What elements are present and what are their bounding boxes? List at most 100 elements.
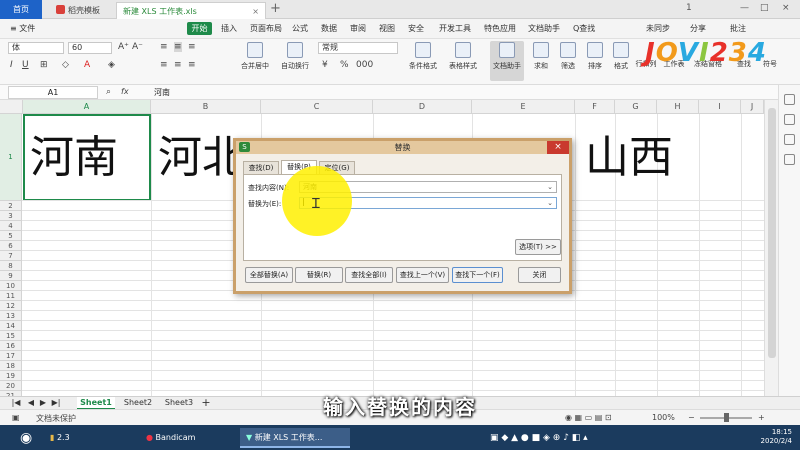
currency-icon[interactable]: ¥ [322,60,328,70]
tab-close-icon[interactable]: × [252,3,259,20]
fill-color-icon[interactable]: ◇ [62,60,69,70]
menu-start[interactable]: 开始 [187,22,212,35]
column-header-a[interactable]: A [23,100,151,114]
cell-f1[interactable]: 山西 [585,114,673,201]
vertical-scrollbar[interactable] [764,100,778,396]
menu-formula[interactable]: 公式 [292,23,308,34]
column-header-i[interactable]: I [699,100,741,114]
shapes-icon[interactable] [784,114,795,125]
column-header-c[interactable]: C [261,100,373,114]
format-button[interactable]: 格式 [610,42,632,71]
tab-current-file[interactable]: 新建 XLS 工作表.xls × [116,2,266,19]
menu-review[interactable]: 审阅 [350,23,366,34]
font-color-icon[interactable]: A [84,60,90,70]
minimize-button[interactable]: — [740,3,749,13]
row-header-14[interactable]: 14 [0,321,22,331]
chrome-icon[interactable]: ◉ [20,428,42,448]
row-header-9[interactable]: 9 [0,271,22,281]
italic-icon[interactable]: I [10,60,13,70]
font-shrink-icon[interactable]: A⁻ [132,42,143,52]
taskbar-bandicam[interactable]: ● Bandicam [146,428,228,448]
borders-icon[interactable]: ⊞ [40,60,48,70]
menu-share[interactable]: 分享 [690,23,706,34]
name-box[interactable]: A1 [8,86,98,99]
replace-all-button[interactable]: 全部替换(A) [245,267,293,283]
row-header-3[interactable]: 3 [0,211,22,221]
dialog-close-button[interactable]: × [547,141,569,154]
menu-special[interactable]: 特色应用 [484,23,516,34]
new-tab-button[interactable]: + [270,1,281,16]
find-all-button[interactable]: 查找全部(I) [345,267,393,283]
table-style-button[interactable]: 表格样式 [446,42,480,71]
row-header-12[interactable]: 12 [0,301,22,311]
row-header-6[interactable]: 6 [0,241,22,251]
font-grow-icon[interactable]: A⁺ [118,42,129,52]
column-header-j[interactable]: J [741,100,764,114]
properties-icon[interactable] [784,134,795,145]
options-button[interactable]: 选项(T) >> [515,239,561,255]
tray-icons[interactable]: ▣ ◆ ▲ ● ■ ◈ ⊕ ♪ ◧ ▴ [490,428,730,448]
underline-icon[interactable]: U [22,60,29,70]
sum-button[interactable]: 求和 [530,42,552,71]
row-header-8[interactable]: 8 [0,261,22,271]
row-header-19[interactable]: 19 [0,371,22,381]
menu-comment[interactable]: 批注 [730,23,746,34]
font-name-select[interactable]: 体 [8,42,64,54]
row-header-18[interactable]: 18 [0,361,22,371]
font-size-select[interactable]: 60 [68,42,112,54]
filter-button[interactable]: 筛选 [557,42,579,71]
close-window-button[interactable]: × [782,3,790,13]
menu-insert[interactable]: 插入 [221,23,237,34]
row-header-2[interactable]: 2 [0,201,22,211]
column-header-f[interactable]: F [575,100,615,114]
conditional-format-button[interactable]: 条件格式 [406,42,440,71]
select-all-corner[interactable] [0,100,23,114]
menu-data[interactable]: 数据 [321,23,337,34]
column-header-h[interactable]: H [657,100,699,114]
maximize-button[interactable]: □ [760,3,769,13]
chevron-down-icon[interactable]: ⌄ [547,182,553,192]
column-header-d[interactable]: D [373,100,472,114]
row-header-10[interactable]: 10 [0,281,22,291]
menu-developer[interactable]: 开发工具 [439,23,471,34]
menu-file[interactable]: ≡ 文件 [10,23,35,34]
replace-button[interactable]: 替换(R) [295,267,343,283]
scrollbar-thumb[interactable] [768,108,776,358]
column-header-b[interactable]: B [151,100,261,114]
percent-icon[interactable]: % [340,60,349,70]
find-previous-button[interactable]: 查找上一个(V) [396,267,449,283]
sort-button[interactable]: 排序 [584,42,606,71]
tab-home[interactable]: 首页 [0,0,42,19]
column-header-e[interactable]: E [472,100,575,114]
menu-page-layout[interactable]: 页面布局 [250,23,282,34]
system-clock[interactable]: 18:15 2020/2/4 [761,428,792,446]
menu-view[interactable]: 视图 [379,23,395,34]
doc-helper-button[interactable]: 文档助手 [490,41,524,81]
find-next-button[interactable]: 查找下一个(F) [452,267,503,283]
menu-security[interactable]: 安全 [408,23,424,34]
row-header-5[interactable]: 5 [0,231,22,241]
align-left-icon[interactable]: ≡ [160,60,168,70]
zoom-magnifier-icon[interactable]: ⌕ [106,87,111,97]
wrap-text-button[interactable]: 自动换行 [278,42,312,71]
chevron-down-icon[interactable]: ⌄ [547,198,553,208]
clear-format-icon[interactable]: ◈ [108,60,115,70]
tab-find[interactable]: 查找(D) [243,161,279,174]
row-header-20[interactable]: 20 [0,381,22,391]
dialog-close-text-button[interactable]: 关闭 [518,267,561,283]
align-top-icon[interactable]: ≡ [160,42,168,52]
select-icon[interactable] [784,94,795,105]
row-header-15[interactable]: 15 [0,331,22,341]
menu-doc-helper[interactable]: 文档助手 [528,23,560,34]
row-header-17[interactable]: 17 [0,351,22,361]
taskbar-folder[interactable]: ▮ 2.3 [50,428,130,448]
row-header-16[interactable]: 16 [0,341,22,351]
formula-input[interactable]: 河南 [154,87,170,98]
menu-unsynced[interactable]: 未同步 [646,23,670,34]
menu-search[interactable]: Q查找 [573,23,595,34]
taskbar-wps[interactable]: ▼ 新建 XLS 工作表... [240,428,350,448]
row-header-13[interactable]: 13 [0,311,22,321]
align-right-icon[interactable]: ≡ [188,60,196,70]
tab-docer[interactable]: 稻壳模板 [50,2,112,19]
number-format-select[interactable]: 常规 [318,42,398,54]
